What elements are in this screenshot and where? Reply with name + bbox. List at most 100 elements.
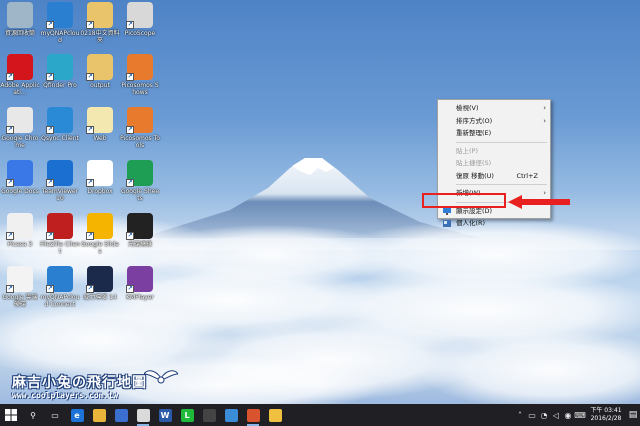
desktop-icon[interactable]: ↗ PicoScope [120, 2, 160, 54]
action-center-icon[interactable]: ▤ [626, 404, 640, 426]
taskbar-clock[interactable]: 下午 03:41 2016/2/28 [586, 407, 626, 423]
keyboard-icon[interactable]: ▭ [526, 404, 538, 426]
context-menu-item[interactable]: 排序方式(O) › [438, 115, 550, 128]
picosomos-icon: ↗ [126, 54, 153, 81]
desktop-icon[interactable]: ↗ Picosomos Shows [120, 54, 160, 106]
desktop-icon[interactable]: ↗ myQNAPcloud [40, 2, 80, 54]
taskbar-button[interactable]: e [66, 404, 88, 426]
desktop-icon-label: Picosomos Tools [120, 135, 160, 149]
desktop-icon[interactable]: ↗ myQNAPcloud Connect [40, 266, 80, 318]
taskbar-button[interactable] [198, 404, 220, 426]
desktop-icon-label: Google Slides [81, 241, 119, 255]
windows-logo-icon [5, 409, 17, 421]
taskbar-button[interactable] [242, 404, 264, 426]
desktop-icon[interactable]: ↗ Google 雲端硬碟 [0, 266, 40, 318]
desktop-icon[interactable]: ↗ FileZilla Client [40, 213, 80, 265]
taskbar-button[interactable] [110, 404, 132, 426]
shortcut-arrow-icon: ↗ [46, 179, 54, 187]
desktop-icon[interactable]: 資源回收筒 [0, 2, 40, 54]
menu-item-label: 個人化(R) [456, 219, 486, 227]
taskbar-button[interactable]: W [154, 404, 176, 426]
desktop-icon[interactable]: ↗ output [80, 54, 120, 106]
shortcut-arrow-icon: ↗ [6, 179, 14, 187]
powerdirector-icon: ↗ [86, 266, 113, 293]
desktop-icon[interactable]: ↗ Qsync Client [40, 107, 80, 159]
desktop-icon[interactable]: ↗ 威力導演 14 [80, 266, 120, 318]
submenu-arrow-icon: › [543, 116, 546, 125]
taskbar-button[interactable] [132, 404, 154, 426]
taskbar: ⚲ ▭ e W L ˄ ▭ ◔ ◁ ◉ ⌨ 下午 03:41 2016/2/28 ▤ [0, 404, 640, 426]
volume-icon[interactable]: ◁ [550, 404, 562, 426]
watermark: 麻吉小兔の飛行地圖 www.coolplayers.com.tw [12, 370, 192, 402]
context-menu-item[interactable]: 復原 移動(U) Ctrl+Z [438, 170, 550, 183]
menu-item-label: 排序方式(O) [456, 116, 493, 125]
start-button[interactable] [0, 404, 22, 426]
google-docs-icon: ↗ [6, 160, 33, 187]
filezilla-icon: ↗ [46, 213, 73, 240]
taskbar-search-icon: ⚲ [26, 408, 40, 422]
desktop-icon[interactable]: ↗ Web [80, 107, 120, 159]
context-menu-item[interactable]: 個人化(R) [438, 217, 550, 230]
menu-item-label: 檢視(V) [456, 104, 479, 112]
desktop-icon-label: TeamViewer 10 [41, 188, 79, 202]
display-icon [443, 207, 451, 215]
taskbar-button[interactable] [220, 404, 242, 426]
desktop-icon[interactable]: ↗ KMPlayer [120, 266, 160, 318]
taskbar-line-icon: L [180, 408, 194, 422]
taskbar-chrome-icon [136, 408, 150, 422]
taskbar-button[interactable]: ▭ [44, 404, 66, 426]
myqnapcloud-connect-icon: ↗ [46, 266, 73, 293]
input-method-icon[interactable]: ⌨ [574, 404, 586, 426]
desktop-icon[interactable]: ↗ Qfinder Pro [40, 54, 80, 106]
desktop-icon-label: myQNAPcloud [40, 30, 80, 44]
picasa-icon: ↗ [6, 213, 33, 240]
winged-logo-icon [144, 370, 178, 384]
desktop-icon[interactable]: ↗ 光碟燒錄 [120, 213, 160, 265]
taskbar-button[interactable] [88, 404, 110, 426]
desktop-icon[interactable]: ↗ 0218中文資料夾 [80, 2, 120, 54]
desktop-icon-label: Google 雲端硬碟 [2, 294, 38, 308]
desktop-icon-label: Picosomos Shows [121, 82, 159, 96]
desktop-icon[interactable]: ↗ Google Sheets [120, 160, 160, 212]
desktop-icon[interactable]: ↗ Picosomos Tools [120, 107, 160, 159]
taskbar-button[interactable]: ⚲ [22, 404, 44, 426]
picoscope-icon: ↗ [126, 2, 153, 29]
taskbar-file-explorer-icon [92, 408, 106, 422]
show-hidden-icons-button[interactable]: ˄ [514, 404, 526, 426]
shortcut-arrow-icon: ↗ [126, 73, 134, 81]
clock-time: 下午 03:41 [590, 407, 622, 414]
desktop-icon[interactable]: ↗ Adobe Applicati... [0, 54, 40, 106]
context-menu-item[interactable]: 檢視(V) › [438, 102, 550, 115]
desktop-icon[interactable]: ↗ Picasa 3 [0, 213, 40, 265]
watermark-title: 麻吉小兔の飛行地圖 [12, 375, 147, 391]
desktop-icon[interactable]: ↗ TeamViewer 10 [40, 160, 80, 212]
desktop-icon[interactable]: ↗ Google Chrome [0, 107, 40, 159]
network-icon[interactable]: ◔ [538, 404, 550, 426]
google-drive-icon: ↗ [6, 266, 33, 293]
shortcut-arrow-icon: ↗ [126, 21, 134, 29]
desktop-icon-label: Adobe Applicati... [0, 82, 40, 96]
desktop-icon[interactable]: ↗ Dropbox [80, 160, 120, 212]
sync-icon[interactable]: ◉ [562, 404, 574, 426]
context-menu-item[interactable]: 重新整理(E) [438, 127, 550, 140]
qsync-icon: ↗ [46, 107, 73, 134]
desktop-icon[interactable]: ↗ Google Docs [0, 160, 40, 212]
personalize-icon [443, 220, 451, 227]
qfinder-icon: ↗ [46, 54, 73, 81]
shortcut-arrow-icon: ↗ [86, 285, 94, 293]
menu-item-label: 重新整理(E) [456, 129, 492, 137]
folder-icon: ↗ [86, 54, 113, 81]
desktop-icon-label: KMPlayer [126, 294, 154, 301]
folder-icon: ↗ [86, 2, 113, 29]
taskbar-word-icon: W [158, 408, 172, 422]
menu-item-label: 貼上捷徑(S) [456, 159, 492, 167]
desktop-icon[interactable]: ↗ Google Slides [80, 213, 120, 265]
shortcut-arrow-icon: ↗ [6, 232, 14, 240]
desktop-icon-label: Google Docs [1, 188, 39, 195]
taskbar-button[interactable]: L [176, 404, 198, 426]
taskbar-button[interactable] [264, 404, 286, 426]
desktop-icon-label: output [90, 82, 110, 89]
dropbox-icon: ↗ [86, 160, 113, 187]
desktop-icon-label: Qsync Client [41, 135, 79, 142]
desktop-icon-label: Web [93, 135, 107, 142]
